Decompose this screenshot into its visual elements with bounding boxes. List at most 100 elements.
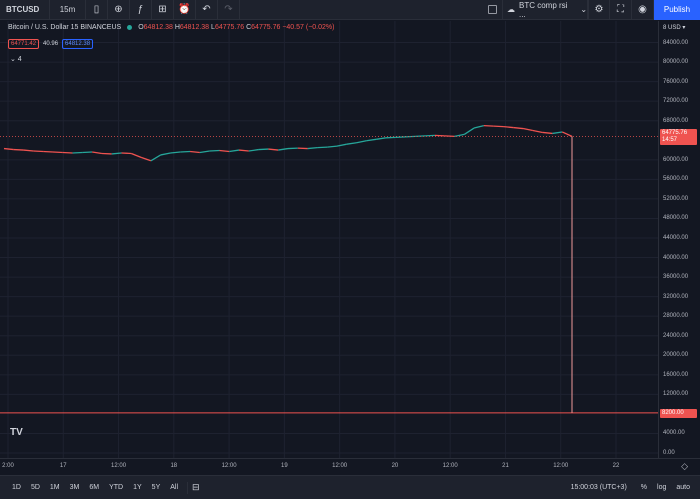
range-1d[interactable]: 1D [0,484,26,491]
publish-button[interactable]: Publish [654,0,700,20]
time-tick-label: 12:00 [111,463,127,469]
currency-selector[interactable]: 8 USD ▾ [663,24,685,31]
price-tick-label: 40000.00 [663,254,689,261]
price-segment [92,151,103,155]
bid-box[interactable]: 64771.42 [8,39,40,49]
goto-date-icon[interactable]: ⊟ [192,482,200,493]
price-segment [170,151,181,154]
price-tick-label: 60000.00 [663,156,689,163]
bottom-bar: 1D 5D 1M 3M 6M YTD 1Y 5Y All ⊟ 15:00:03 … [0,475,700,499]
fullscreen-icon[interactable]: ⛶ [610,0,632,20]
undo-icon[interactable]: ↶ [196,0,218,20]
time-tick-label: 12:00 [221,463,237,469]
price-segment [131,152,142,158]
price-segment [346,142,357,145]
layout-selector[interactable]: ☁ BTC comp rsi ... ⌄ [502,0,588,20]
range-ytd[interactable]: YTD [104,484,128,491]
time-tick-label: 18 [170,463,178,469]
gear-icon[interactable]: ⚙ [588,0,610,20]
indicators-icon[interactable]: ƒ [130,0,152,20]
interval-button[interactable]: 15m [50,0,86,20]
price-tick-label: 20000.00 [663,352,689,359]
symbol-search-button[interactable]: BTCUSD [0,0,50,20]
cloud-icon: ☁ [507,5,515,14]
price-tick-label: 84000.00 [663,39,689,46]
level-price-tag: 8200.00 [660,408,697,418]
templates-icon[interactable]: ⊞ [152,0,174,20]
price-tick-label: 56000.00 [663,176,689,183]
market-status-dot [127,25,133,30]
chart-pane[interactable]: TV [0,21,658,458]
time-axis[interactable]: ◇ 2:00 17 12:00 18 12:00 19 12:00 20 12:00 21 12:0… [0,458,700,474]
price-segment [336,143,347,147]
price-segment [503,125,514,129]
price-segment [532,129,543,134]
range-all[interactable]: All [165,484,183,491]
price-tick-label: 72000.00 [663,98,689,105]
tradingview-logo: TV [10,427,23,438]
price-segment [513,126,524,130]
price-scale[interactable]: 8 USD ▾ 84000.00 80000.00 76000.00 72000.00… [658,21,700,458]
range-1y[interactable]: 1Y [128,484,147,491]
price-tick-label: 44000.00 [663,235,689,241]
chevron-down-icon: ⌄ [580,5,588,14]
time-tick-label: 12:00 [332,463,348,469]
price-chart[interactable]: TV [0,21,658,458]
range-5d[interactable]: 5D [26,484,45,491]
price-tick-label: 80000.00 [663,59,689,66]
time-tick-label: 12:00 [553,463,569,469]
indicators-collapse-toggle[interactable]: ⌄ 4 [10,55,22,63]
candles-icon[interactable]: ▯ [86,0,108,20]
price-segment [463,127,475,135]
price-tick-label: 48000.00 [663,215,689,222]
price-tick-label: 52000.00 [663,195,689,202]
price-tick-label: 68000.00 [663,117,689,124]
log-toggle[interactable]: log [657,484,666,491]
percent-toggle[interactable]: % [641,484,647,491]
range-5y[interactable]: 5Y [147,484,166,491]
auto-toggle[interactable]: auto [676,484,690,491]
price-segment [219,149,230,153]
ask-box[interactable]: 64812.38 [62,39,94,49]
price-tick-label: 0.00 [663,450,675,456]
time-tick-label: 12:00 [442,463,458,469]
price-tick-label: 24000.00 [663,332,689,339]
alert-icon[interactable]: ⏰ [174,0,196,20]
spread-value: 40.96 [43,41,59,47]
redo-icon[interactable]: ↷ [218,0,240,20]
price-segment [111,152,122,155]
time-tick-label: 20 [391,463,399,469]
price-tick-label: 4000.00 [663,430,685,437]
price-segment [376,137,387,140]
bid-ask-boxes: 64771.42 40.96 64812.38 [8,39,94,49]
price-segment [561,131,573,137]
price-tick-label: 32000.00 [663,293,689,300]
time-tick-label: 22 [612,463,620,469]
price-segment [248,148,259,152]
price-segment [307,146,318,150]
price-segment [327,145,338,148]
price-tick-label: 36000.00 [663,274,689,281]
timezone-clock[interactable]: 15:00:03 (UTC+3) [571,484,627,491]
layout-checkbox[interactable] [482,0,502,20]
price-segment [3,147,14,151]
range-separator [187,481,189,494]
time-axis-settings-icon[interactable]: ◇ [681,461,688,472]
range-6m[interactable]: 6M [84,484,104,491]
price-tick-label: 16000.00 [663,371,689,378]
time-tick-label: 19 [281,463,288,469]
price-segment [473,124,485,129]
price-segment [522,127,533,132]
price-segment [366,138,377,142]
price-segment [229,149,240,153]
plus-circle-icon[interactable]: ⊕ [108,0,130,20]
time-tick-label: 17 [59,463,67,469]
range-1m[interactable]: 1M [45,484,65,491]
current-price-tag: 64775.76 14:57 [660,129,697,146]
chart-legend: Bitcoin / U.S. Dollar 15 BINANCEUS O6481… [8,24,334,31]
range-3m[interactable]: 3M [65,484,85,491]
price-tick-label: 76000.00 [663,78,689,85]
price-tick-label: 12000.00 [663,391,689,398]
camera-icon[interactable]: ◉ [632,0,654,20]
